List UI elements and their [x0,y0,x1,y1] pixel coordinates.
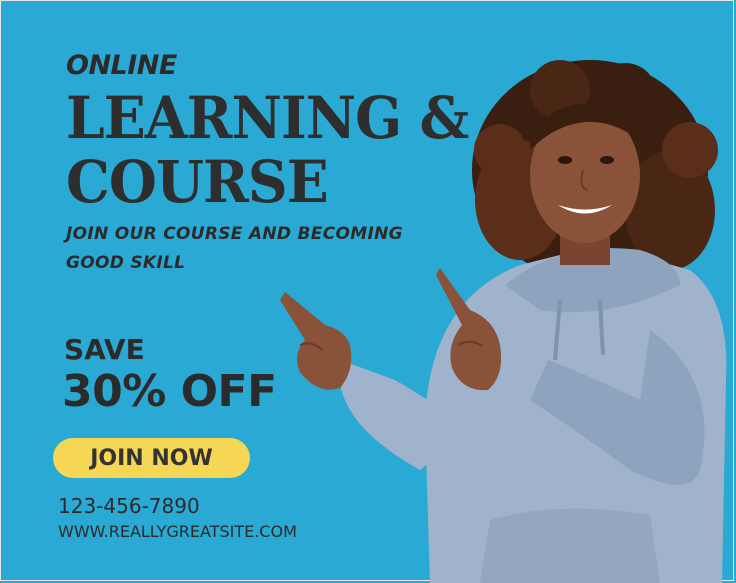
website-link[interactable]: WWW.REALLYGREATSITE.COM [58,522,297,541]
save-label: SAVE [64,333,145,366]
ad-banner: ONLINE LEARNING & COURSE JOIN OUR COURSE… [0,0,736,583]
join-now-button[interactable]: JOIN NOW [53,438,250,478]
phone-number: 123-456-7890 [58,494,200,518]
person-in-hoodie-pointing-icon [280,60,727,583]
eyebrow-text: ONLINE [66,50,177,81]
hoodie-shape [339,245,727,583]
left-pointing-hand-icon [280,292,352,390]
discount-text: 30% OFF [62,366,277,417]
